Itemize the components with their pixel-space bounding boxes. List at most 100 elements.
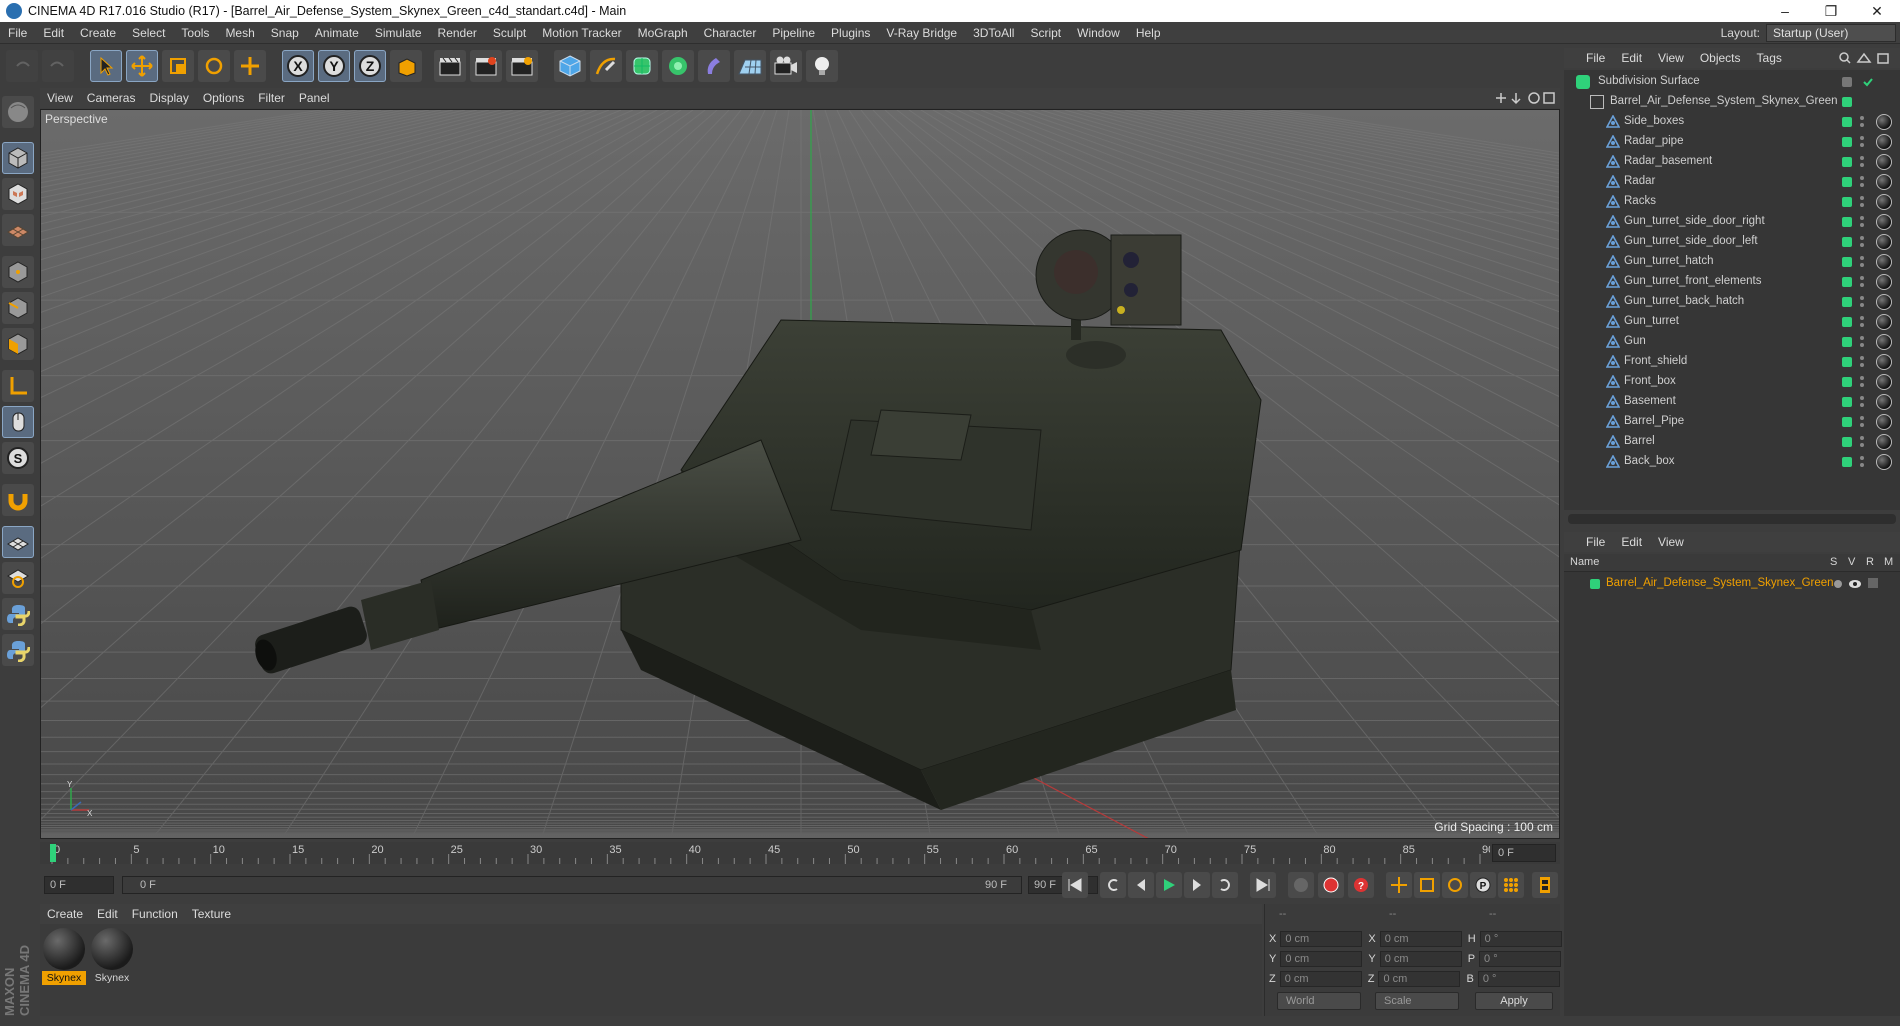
object-row[interactable]: Gun bbox=[1564, 332, 1900, 352]
editor-visibility-dot[interactable] bbox=[1860, 236, 1864, 240]
next-keyframe-button[interactable] bbox=[1212, 872, 1238, 898]
viewport-menu-panel[interactable]: Panel bbox=[292, 91, 337, 105]
editor-visibility-dot[interactable] bbox=[1860, 196, 1864, 200]
layer-color-swatch[interactable] bbox=[1590, 579, 1600, 589]
play-button[interactable] bbox=[1156, 872, 1182, 898]
render-visibility-dot[interactable] bbox=[1860, 403, 1864, 407]
camera-button[interactable] bbox=[770, 50, 802, 82]
menu-mesh[interactable]: Mesh bbox=[217, 26, 262, 40]
axis-mode-button[interactable] bbox=[2, 370, 34, 402]
object-row-group[interactable]: Barrel_Air_Defense_System_Skynex_Green bbox=[1564, 92, 1900, 112]
coordinate-system-button[interactable] bbox=[390, 50, 422, 82]
menu-3dtoall[interactable]: 3DToAll bbox=[965, 26, 1022, 40]
3d-viewport[interactable]: Perspective Y X Grid Spacing : 100 cm bbox=[40, 109, 1560, 839]
enabled-check-icon[interactable] bbox=[1862, 76, 1874, 88]
object-row[interactable]: Radar_pipe bbox=[1564, 132, 1900, 152]
scale-tool[interactable] bbox=[162, 50, 194, 82]
edges-mode-button[interactable] bbox=[2, 292, 34, 324]
layer-color-swatch[interactable] bbox=[1842, 177, 1852, 187]
object-row[interactable]: Gun_turret_back_hatch bbox=[1564, 292, 1900, 312]
motion-path-button[interactable] bbox=[1288, 872, 1314, 898]
planar-workplane-button[interactable] bbox=[2, 562, 34, 594]
material-swatch[interactable]: Skynex bbox=[90, 927, 134, 989]
material-tag-icon[interactable] bbox=[1876, 314, 1892, 330]
menu-select[interactable]: Select bbox=[124, 26, 173, 40]
layer-color-swatch[interactable] bbox=[1842, 197, 1852, 207]
material-menu-create[interactable]: Create bbox=[40, 907, 90, 921]
editor-visibility-dot[interactable] bbox=[1860, 276, 1864, 280]
start-frame-field[interactable]: 0 F bbox=[44, 876, 114, 894]
viewport-menu-cameras[interactable]: Cameras bbox=[80, 91, 143, 105]
layer-row[interactable]: Barrel_Air_Defense_System_Skynex_Green bbox=[1564, 574, 1900, 594]
menu-render[interactable]: Render bbox=[430, 26, 485, 40]
object-row[interactable]: Barrel_Pipe bbox=[1564, 412, 1900, 432]
editor-visibility-dot[interactable] bbox=[1860, 436, 1864, 440]
object-row[interactable]: Radar_basement bbox=[1564, 152, 1900, 172]
menu-mograph[interactable]: MoGraph bbox=[630, 26, 696, 40]
material-tag-icon[interactable] bbox=[1876, 434, 1892, 450]
layer-color-swatch[interactable] bbox=[1842, 277, 1852, 287]
render-visibility-dot[interactable] bbox=[1860, 363, 1864, 367]
material-menu-function[interactable]: Function bbox=[125, 907, 185, 921]
rotation-b-field[interactable]: 0 ° bbox=[1477, 971, 1560, 987]
key-position-button[interactable] bbox=[1386, 872, 1412, 898]
redo-button[interactable] bbox=[42, 50, 74, 82]
world-dropdown[interactable]: World bbox=[1277, 992, 1361, 1010]
object-row[interactable]: Gun_turret bbox=[1564, 312, 1900, 332]
layer-color-swatch[interactable] bbox=[1842, 77, 1852, 87]
object-row[interactable]: Gun_turret_hatch bbox=[1564, 252, 1900, 272]
key-pla-button[interactable] bbox=[1498, 872, 1524, 898]
render-visibility-dot[interactable] bbox=[1860, 223, 1864, 227]
render-visibility-dot[interactable] bbox=[1860, 263, 1864, 267]
x-axis-lock[interactable]: X bbox=[282, 50, 314, 82]
magnet-button[interactable] bbox=[2, 484, 34, 516]
om-menu-edit[interactable]: Edit bbox=[1613, 51, 1650, 65]
object-row[interactable]: Racks bbox=[1564, 192, 1900, 212]
skynex-model[interactable] bbox=[41, 110, 1560, 839]
key-scale-button[interactable] bbox=[1414, 872, 1440, 898]
render-toggle[interactable] bbox=[1868, 578, 1878, 588]
editor-visibility-dot[interactable] bbox=[1860, 296, 1864, 300]
layer-color-swatch[interactable] bbox=[1842, 417, 1852, 427]
current-frame-field[interactable]: 0 F bbox=[1492, 844, 1556, 862]
editor-visibility-dot[interactable] bbox=[1860, 316, 1864, 320]
viewport-menu-display[interactable]: Display bbox=[142, 91, 195, 105]
key-parameter-button[interactable]: P bbox=[1470, 872, 1496, 898]
maximize-button[interactable]: ❐ bbox=[1808, 0, 1854, 22]
material-tag-icon[interactable] bbox=[1876, 454, 1892, 470]
editor-visibility-dot[interactable] bbox=[1860, 336, 1864, 340]
deformer-button[interactable] bbox=[698, 50, 730, 82]
object-row[interactable]: Gun_turret_side_door_left bbox=[1564, 232, 1900, 252]
lock-workplane-button[interactable] bbox=[2, 526, 34, 558]
om-menu-objects[interactable]: Objects bbox=[1692, 51, 1749, 65]
close-button[interactable]: ✕ bbox=[1854, 0, 1900, 22]
object-row[interactable]: Back_box bbox=[1564, 452, 1900, 472]
floor-button[interactable] bbox=[734, 50, 766, 82]
render-visibility-dot[interactable] bbox=[1860, 443, 1864, 447]
material-tag-icon[interactable] bbox=[1876, 214, 1892, 230]
menu-create[interactable]: Create bbox=[72, 26, 124, 40]
menu-tools[interactable]: Tools bbox=[173, 26, 217, 40]
undo-button[interactable] bbox=[6, 50, 38, 82]
object-row-subdivision-surface[interactable]: Subdivision Surface bbox=[1564, 72, 1900, 92]
timeline-layout-button[interactable] bbox=[1532, 872, 1558, 898]
material-tag-icon[interactable] bbox=[1876, 194, 1892, 210]
layer-color-swatch[interactable] bbox=[1842, 237, 1852, 247]
render-view-button[interactable] bbox=[434, 50, 466, 82]
layer-color-swatch[interactable] bbox=[1842, 337, 1852, 347]
points-mode-button[interactable] bbox=[2, 256, 34, 288]
material-tag-icon[interactable] bbox=[1876, 394, 1892, 410]
material-tag-icon[interactable] bbox=[1876, 334, 1892, 350]
spline-pen-button[interactable] bbox=[590, 50, 622, 82]
editor-visibility-dot[interactable] bbox=[1860, 156, 1864, 160]
subdivision-surface-button[interactable] bbox=[626, 50, 658, 82]
render-visibility-dot[interactable] bbox=[1860, 303, 1864, 307]
render-visibility-dot[interactable] bbox=[1860, 383, 1864, 387]
material-tag-icon[interactable] bbox=[1876, 134, 1892, 150]
editor-visibility-dot[interactable] bbox=[1860, 216, 1864, 220]
render-visibility-dot[interactable] bbox=[1860, 463, 1864, 467]
menu-animate[interactable]: Animate bbox=[307, 26, 367, 40]
size-y-field[interactable]: 0 cm bbox=[1379, 951, 1462, 967]
live-selection-tool[interactable] bbox=[90, 50, 122, 82]
layer-color-swatch[interactable] bbox=[1842, 317, 1852, 327]
